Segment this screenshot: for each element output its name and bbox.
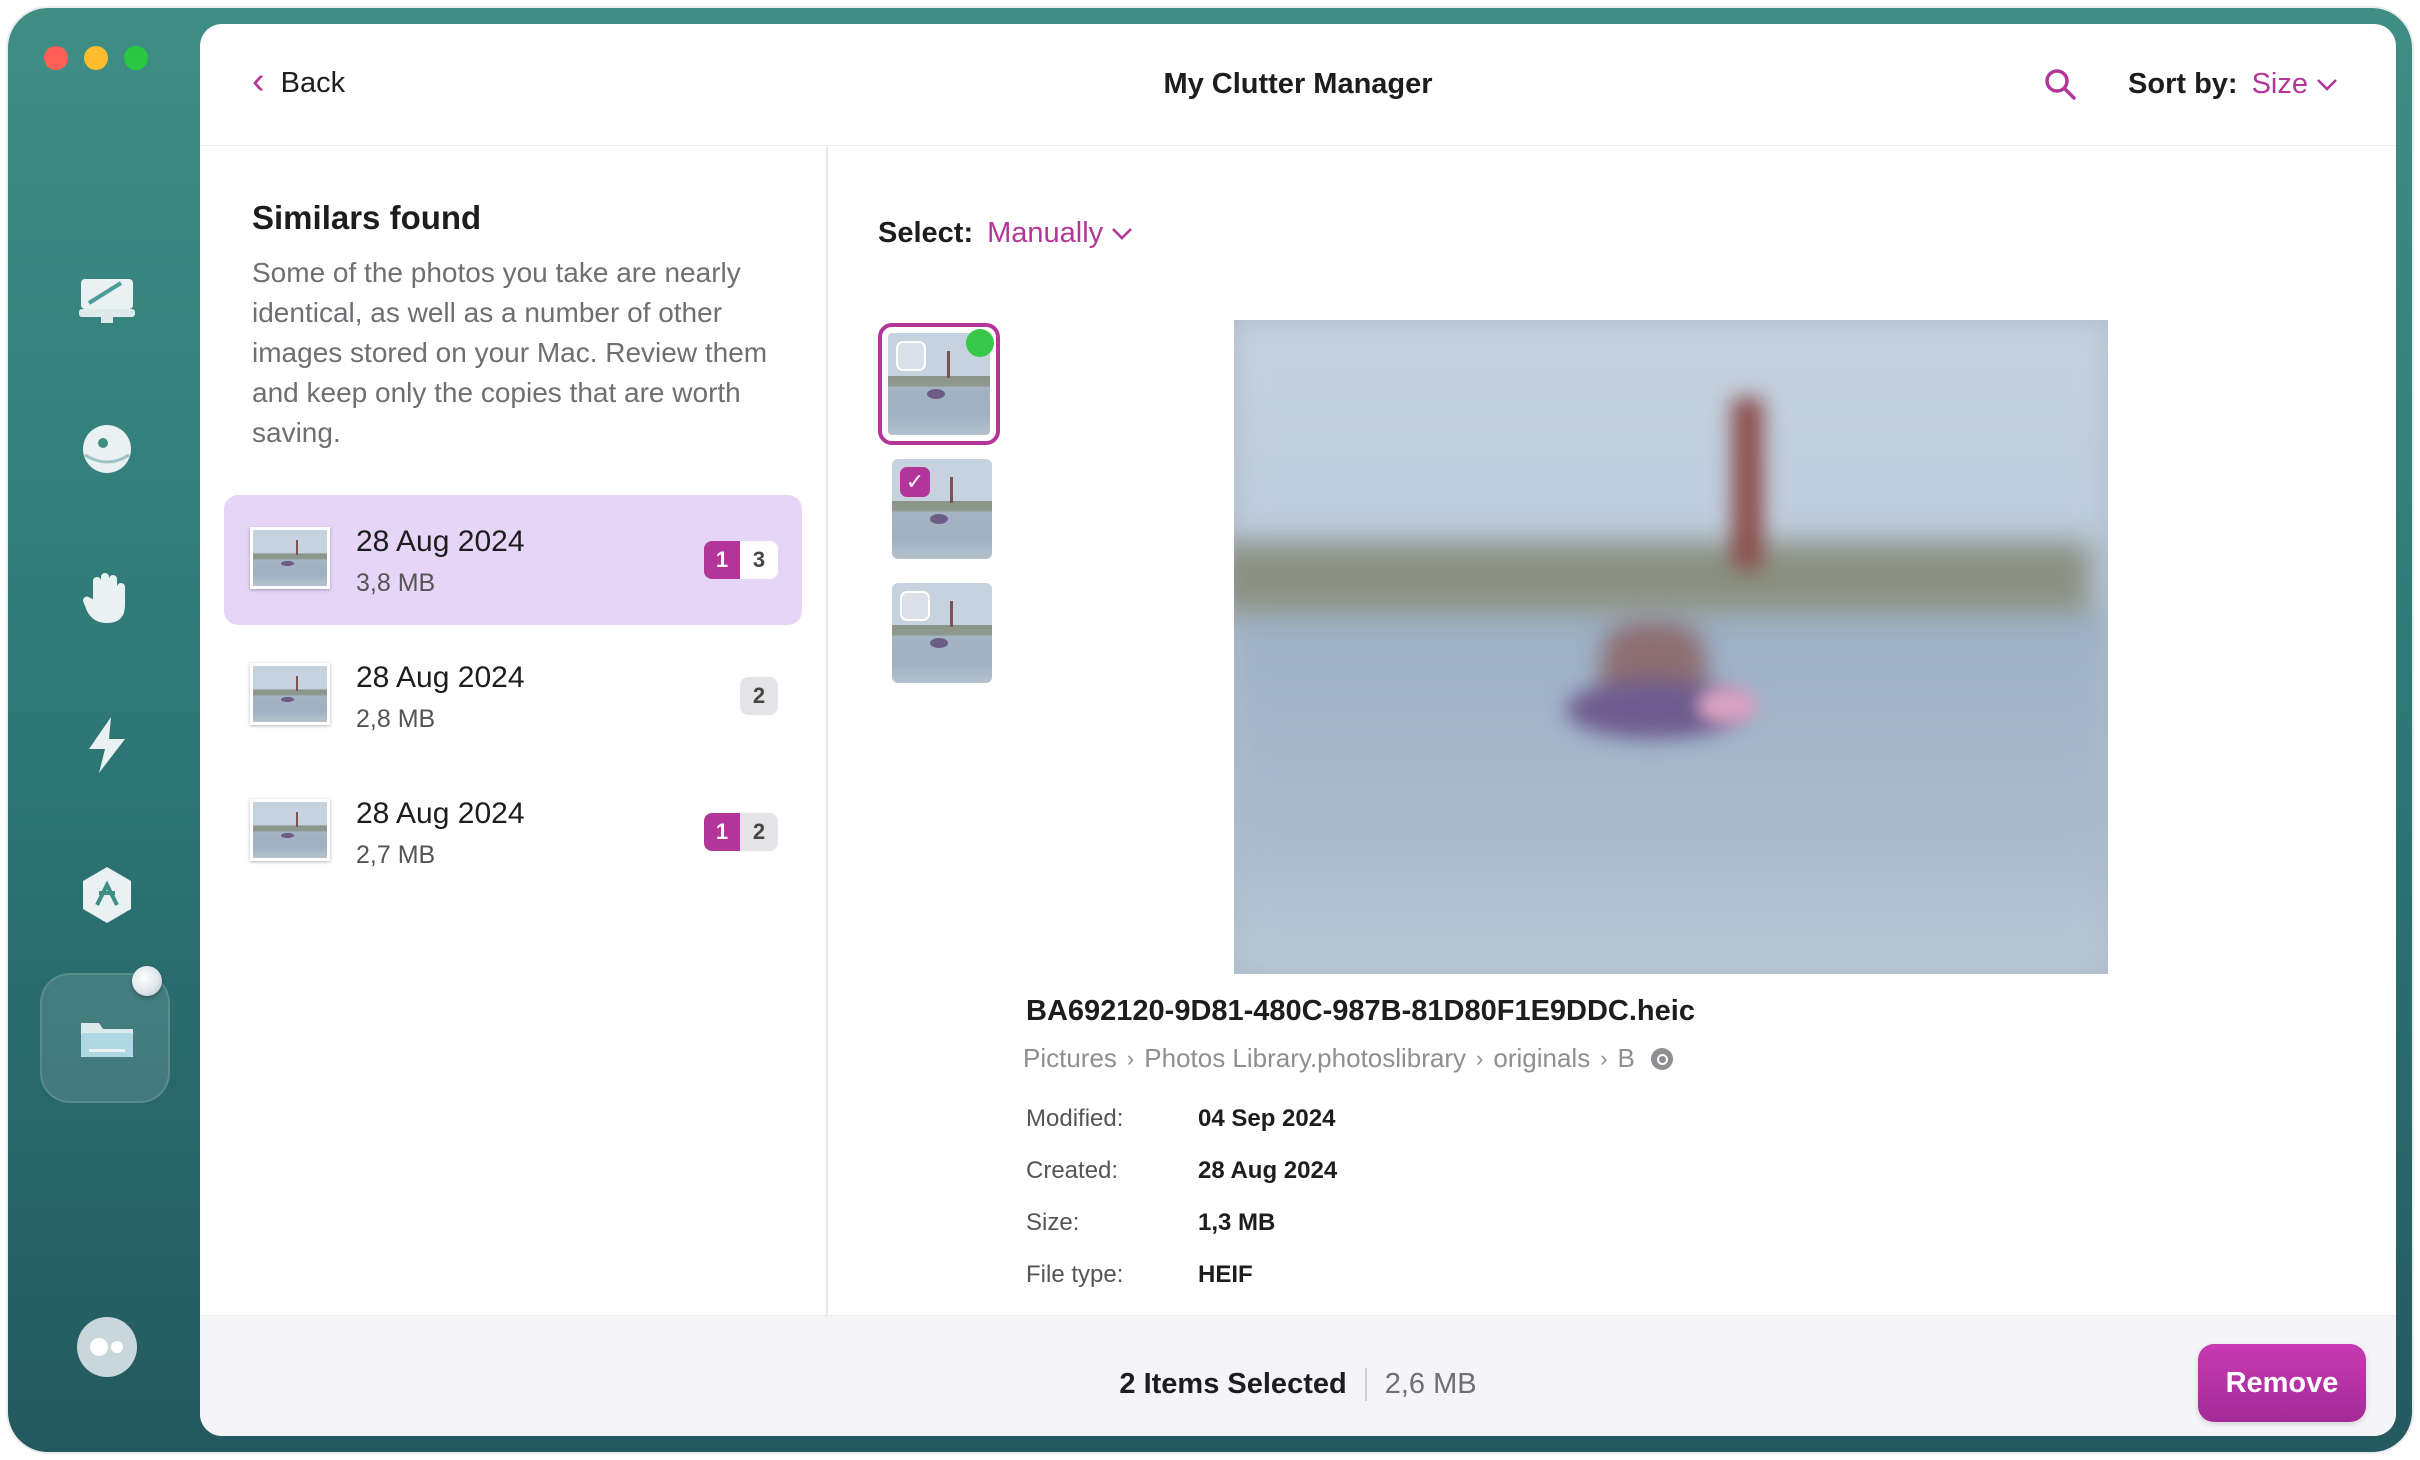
group-date: 28 Aug 2024: [356, 525, 525, 558]
total-count: 2: [740, 813, 778, 851]
count-badge: 1 3: [704, 541, 778, 579]
sort-label: Sort by:: [2128, 68, 2238, 100]
group-item[interactable]: 28 Aug 2024 2,7 MB 1 2: [224, 767, 802, 897]
count-badge: 2: [740, 677, 778, 715]
meta-row: Created: 28 Aug 2024: [1026, 1145, 1337, 1197]
file-metadata: Modified: 04 Sep 2024 Created: 28 Aug 20…: [1026, 1093, 1337, 1301]
path-segment[interactable]: originals: [1493, 1043, 1590, 1074]
select-dropdown[interactable]: Manually: [987, 217, 1133, 250]
thumbnail-item[interactable]: ✓: [892, 459, 992, 559]
app-window: ‹ Back My Clutter Manager Sort by: Size …: [8, 8, 2412, 1452]
protection-icon[interactable]: [70, 412, 144, 486]
selected-count: 1: [704, 813, 740, 851]
photo-preview: [1234, 320, 2108, 974]
count-badge: 1 2: [704, 813, 778, 851]
group-thumbnail: [250, 527, 330, 589]
meta-row: Size: 1,3 MB: [1026, 1197, 1337, 1249]
meta-key: Modified:: [1026, 1105, 1124, 1132]
thumbnail-item[interactable]: [892, 583, 992, 683]
group-thumbnail: [250, 663, 330, 725]
section-title: Similars found: [252, 199, 482, 236]
chevron-right-icon: ›: [1600, 1045, 1608, 1071]
select-value: Manually: [987, 217, 1104, 249]
reveal-in-finder-icon[interactable]: [1650, 1047, 1673, 1070]
file-name: BA692120-9D81-480C-987B-81D80F1E9DDC.hei…: [1026, 995, 1695, 1027]
group-date: 28 Aug 2024: [356, 661, 525, 694]
group-size: 3,8 MB: [356, 569, 436, 597]
thumbnail-checkbox[interactable]: [896, 341, 926, 371]
files-icon: [70, 1002, 144, 1076]
path-segment[interactable]: Pictures: [1023, 1043, 1117, 1074]
best-shot-indicator: [966, 329, 994, 357]
file-path: Pictures › Photos Library.photoslibrary …: [1023, 1043, 1673, 1074]
chevron-down-icon: [2317, 78, 2337, 91]
selected-count: 1: [704, 541, 740, 579]
sidebar: [8, 8, 200, 1452]
thumbnail-checkbox[interactable]: [900, 591, 930, 621]
computer-icon[interactable]: [70, 264, 144, 338]
status-dot: [132, 966, 162, 996]
chevron-right-icon: ›: [1126, 1045, 1135, 1071]
speed-icon[interactable]: [70, 708, 144, 782]
detail-pane: Select: Manually ✓ BA692120-9D81-480C-98…: [830, 147, 2396, 1315]
chevron-down-icon: [1112, 227, 1133, 240]
selection-summary: 2 Items Selected 2,6 MB: [200, 1368, 2396, 1401]
remove-button[interactable]: Remove: [2198, 1344, 2366, 1422]
group-size: 2,7 MB: [356, 841, 436, 869]
apps-icon[interactable]: [70, 858, 144, 932]
meta-row: File type: HEIF: [1026, 1249, 1337, 1301]
meta-value: 1,3 MB: [1198, 1209, 1276, 1236]
sort-control: Sort by: Size: [2128, 68, 2338, 101]
hand-icon[interactable]: [70, 560, 144, 634]
group-item[interactable]: 28 Aug 2024 2,8 MB 2: [224, 631, 802, 761]
meta-key: Created:: [1026, 1157, 1119, 1184]
thumbnail-item[interactable]: [878, 323, 1000, 445]
header: ‹ Back My Clutter Manager Sort by: Size: [200, 24, 2396, 146]
main-content: ‹ Back My Clutter Manager Sort by: Size …: [200, 24, 2396, 1436]
select-label: Select:: [878, 217, 974, 249]
meta-value: 28 Aug 2024: [1198, 1157, 1338, 1184]
groups-pane: Similars found Some of the photos you ta…: [200, 147, 828, 1315]
search-icon[interactable]: [2040, 64, 2080, 104]
sort-value: Size: [2251, 68, 2308, 100]
assistant-icon[interactable]: [70, 1310, 144, 1384]
group-size: 2,8 MB: [356, 705, 436, 733]
select-control: Select: Manually: [878, 217, 1133, 250]
group-thumbnail: [250, 799, 330, 861]
footer-bar: 2 Items Selected 2,6 MB Remove: [200, 1315, 2396, 1436]
meta-key: Size:: [1026, 1209, 1080, 1236]
meta-row: Modified: 04 Sep 2024: [1026, 1093, 1337, 1145]
thumbnail-checkbox-checked[interactable]: ✓: [900, 467, 930, 497]
path-segment[interactable]: B: [1618, 1043, 1635, 1074]
total-count: 2: [740, 677, 778, 715]
meta-value: HEIF: [1198, 1261, 1253, 1288]
meta-key: File type:: [1026, 1261, 1124, 1288]
group-item[interactable]: 28 Aug 2024 3,8 MB 1 3: [224, 495, 802, 625]
selected-count-label: 2 Items Selected: [1119, 1368, 1367, 1401]
total-count: 3: [740, 541, 778, 579]
group-date: 28 Aug 2024: [356, 797, 525, 830]
sort-dropdown[interactable]: Size: [2252, 68, 2338, 101]
meta-value: 04 Sep 2024: [1198, 1105, 1336, 1132]
chevron-right-icon: ›: [1476, 1045, 1484, 1071]
path-segment[interactable]: Photos Library.photoslibrary: [1144, 1043, 1466, 1074]
selected-size-label: 2,6 MB: [1384, 1368, 1477, 1400]
section-description: Some of the photos you take are nearly i…: [252, 257, 768, 448]
